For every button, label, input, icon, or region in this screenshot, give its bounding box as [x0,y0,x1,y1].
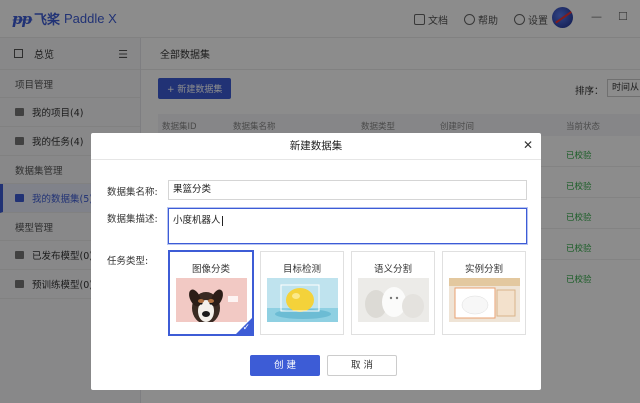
objects-image [449,278,520,322]
dialog-title: 新建数据集 [91,133,541,160]
card-title: 实例分割 [464,264,503,275]
dataset-desc-input[interactable]: 小度机器人 [168,208,527,244]
dataset-name-input[interactable]: 果篮分类 [168,180,527,200]
card-title: 语义分割 [373,264,412,275]
create-button[interactable]: 创 建 [250,355,320,376]
task-type-card-instance-seg[interactable]: 实例分割 [442,251,526,335]
lemon-image [267,278,338,322]
task-type-card-detection[interactable]: 目标检测 [260,251,344,335]
task-type-card-semantic-seg[interactable]: 语义分割 [351,251,435,335]
dog-image [176,278,247,322]
task-type-label: 任务类型: [107,256,149,267]
close-icon[interactable]: ✕ [523,138,533,152]
kittens-image [358,278,429,322]
task-type-card-classification[interactable]: 图像分类 ✓ [169,251,253,335]
checkmark-icon: ✓ [242,323,250,333]
desc-label: 数据集描述: [107,214,158,225]
new-dataset-dialog: 新建数据集 ✕ 数据集名称: 果篮分类 数据集描述: 小度机器人 任务类型: 图… [91,133,541,390]
card-title: 目标检测 [282,264,321,275]
name-label: 数据集名称: [107,187,158,198]
cancel-button[interactable]: 取 消 [327,355,397,376]
desc-text: 小度机器人 [173,215,221,226]
card-title: 图像分类 [191,264,230,275]
